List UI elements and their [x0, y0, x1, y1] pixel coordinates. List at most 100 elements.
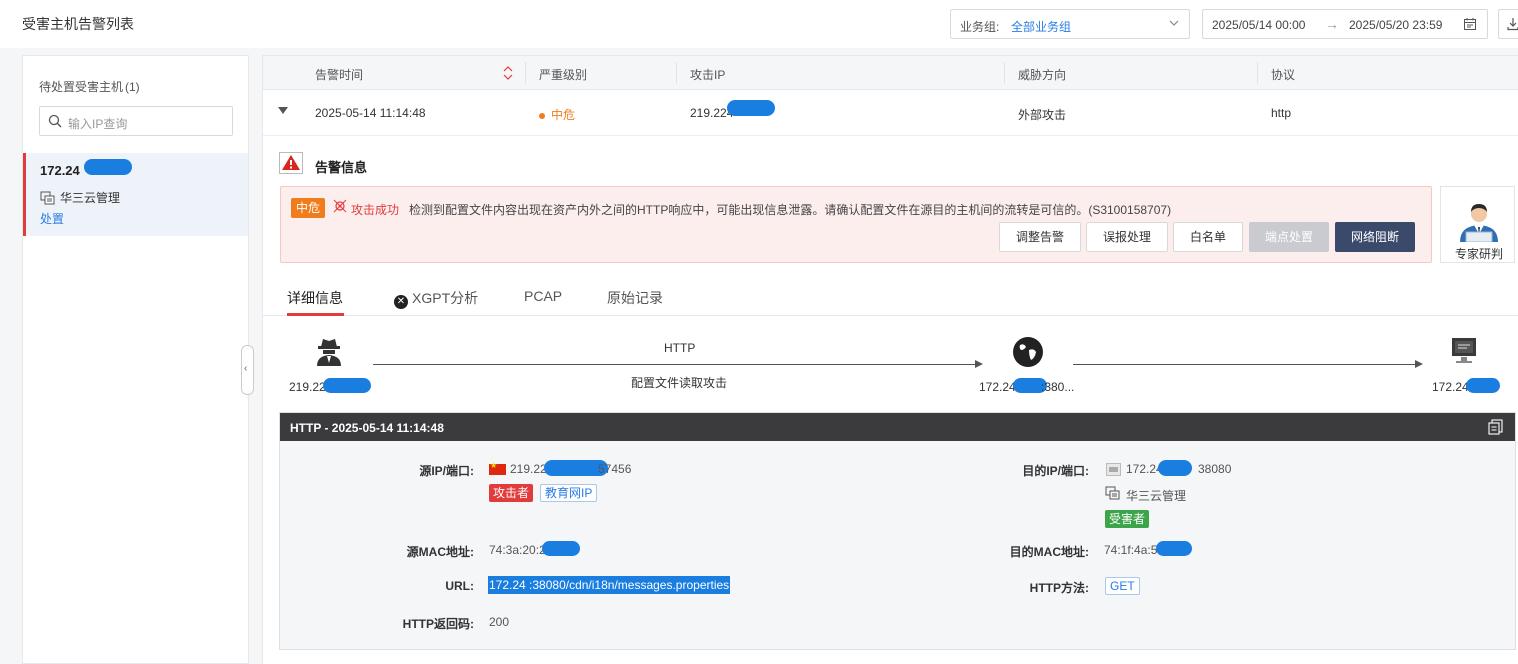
- redaction-mark: [323, 378, 371, 393]
- arrow-right-icon: [1415, 360, 1423, 368]
- date-start: 2025/05/14 00:00: [1212, 18, 1306, 32]
- hacker-icon: [317, 339, 341, 366]
- dst-org-value: 华三云管理: [1126, 489, 1187, 503]
- host-monitor-icon: [1452, 338, 1476, 363]
- chevron-left-icon: ‹: [244, 363, 248, 374]
- redaction-mark: [84, 159, 132, 175]
- search-placeholder: 输入IP查询: [68, 117, 128, 131]
- tab-xgpt-label: XGPT分析: [412, 290, 479, 306]
- adjust-alert-button[interactable]: 调整告警: [999, 222, 1081, 252]
- china-flag-icon: [489, 461, 506, 475]
- tab-xgpt[interactable]: ✕ XGPT分析: [394, 288, 478, 309]
- redaction-mark: [1466, 378, 1500, 393]
- attack-result: 攻击成功: [351, 203, 400, 217]
- dst-mac-value: 74:1f:4a:5: [1104, 543, 1158, 557]
- flow-connector: [1073, 364, 1419, 365]
- col-divider: [1257, 62, 1258, 84]
- ip-search-input[interactable]: 输入IP查询: [39, 106, 233, 136]
- download-icon: [1507, 18, 1518, 31]
- row-time: 2025-05-14 11:14:48: [315, 106, 426, 120]
- xgpt-icon: ✕: [394, 295, 408, 309]
- src-ip-label: 源IP/端口:: [419, 464, 474, 478]
- globe-icon: [1013, 337, 1043, 367]
- detail-header-title: HTTP - 2025-05-14 11:14:48: [290, 421, 444, 435]
- date-range-picker[interactable]: 2025/05/14 00:00 → 2025/05/20 23:59: [1202, 9, 1488, 39]
- host-icon: [1106, 463, 1121, 476]
- panel-title: 待处置受害主机 (1): [39, 78, 140, 95]
- host-org-name: 华三云管理: [60, 191, 121, 205]
- col-attack-ip: 攻击IP: [690, 68, 726, 82]
- server-group-icon: [40, 191, 55, 204]
- severity-dot: [539, 112, 545, 119]
- calendar-icon: [1464, 18, 1476, 30]
- tab-details[interactable]: 详细信息: [287, 288, 343, 308]
- http-code-value: 200: [489, 615, 510, 629]
- url-value[interactable]: 172.24 :38080/cdn/i18n/messages.properti…: [488, 576, 731, 594]
- table-header: 告警时间 严重级别 攻击IP 威胁方向 协议: [263, 56, 1518, 90]
- page-title: 受害主机告警列表: [22, 16, 134, 32]
- dst-port-value: 38080: [1198, 462, 1232, 476]
- flow-description: 配置文件读取攻击: [631, 376, 728, 390]
- col-protocol: 协议: [1271, 68, 1296, 82]
- alert-section-title: 告警信息: [315, 160, 368, 175]
- endpoint-handle-button[interactable]: 端点处置: [1249, 222, 1329, 252]
- active-tab-indicator: [287, 313, 344, 316]
- date-end: 2025/05/20 23:59: [1349, 18, 1443, 32]
- expert-review-label: 专家研判: [1455, 247, 1504, 261]
- src-ip-value: 219.22: [510, 462, 547, 476]
- redaction-mark: [727, 100, 775, 116]
- panel-count: (1): [125, 80, 140, 94]
- flow-connector: [373, 364, 979, 365]
- search-icon: [48, 114, 62, 128]
- host-org: 华三云管理: [40, 189, 120, 206]
- biz-group-label: 业务组:: [960, 20, 1000, 34]
- col-severity: 严重级别: [539, 68, 588, 82]
- alert-description: 检测到配置文件内容出现在资产内外之间的HTTP响应中，可能出现信息泄露。请确认配…: [409, 203, 1172, 217]
- chevron-down-icon: [1169, 20, 1179, 26]
- host-list-item[interactable]: 172.24 华三云管理 处置: [23, 153, 248, 236]
- col-divider: [525, 62, 526, 84]
- col-alert-time[interactable]: 告警时间: [315, 66, 363, 83]
- row-direction: 外部攻击: [1018, 108, 1067, 122]
- flow-mid-suffix: :380...: [1041, 380, 1075, 394]
- biz-group-value: 全部业务组: [1011, 20, 1072, 34]
- sort-icon[interactable]: [502, 65, 514, 81]
- panel-collapse-handle[interactable]: ‹: [241, 345, 254, 395]
- flow-dst-label: 172.24: [1432, 380, 1469, 394]
- table-row[interactable]: 2025-05-14 11:14:48 中危 219.224 外部攻击 http: [263, 90, 1518, 136]
- dst-mac-label: 目的MAC地址:: [1009, 545, 1089, 559]
- http-method-label: HTTP方法:: [1029, 581, 1089, 595]
- download-button[interactable]: [1498, 9, 1518, 39]
- row-severity-text: 中危: [551, 108, 576, 122]
- col-divider: [676, 62, 677, 84]
- tab-raw-record[interactable]: 原始记录: [607, 288, 663, 308]
- network-block-button[interactable]: 网络阻断: [1335, 222, 1415, 252]
- expand-row-icon[interactable]: [278, 107, 288, 114]
- src-mac-value: 74:3a:20:2: [489, 543, 546, 557]
- severity-tag: 中危: [291, 198, 326, 218]
- expert-review-card[interactable]: 专家研判: [1440, 186, 1515, 263]
- url-label: URL:: [445, 579, 474, 593]
- warning-icon: [279, 152, 303, 174]
- edu-ip-tag: 教育网IP: [540, 484, 598, 502]
- alert-box: 中危 攻击成功 检测到配置文件内容出现在资产内外之间的HTTP响应中，可能出现信…: [280, 186, 1432, 263]
- false-positive-button[interactable]: 误报处理: [1086, 222, 1168, 252]
- tab-pcap[interactable]: PCAP: [524, 288, 562, 304]
- detail-tabs: 详细信息 ✕ XGPT分析 PCAP 原始记录: [263, 280, 1518, 316]
- http-code-label: HTTP返回码:: [402, 617, 474, 631]
- row-severity: 中危: [539, 106, 575, 123]
- http-detail-box: HTTP - 2025-05-14 11:14:48 源IP/端口: 219.2…: [279, 412, 1516, 650]
- redaction-mark: [1158, 460, 1192, 476]
- biz-group-select[interactable]: 业务组: 全部业务组: [950, 9, 1190, 39]
- attacker-tag: 攻击者: [489, 484, 534, 502]
- col-direction: 威胁方向: [1018, 68, 1067, 82]
- host-handle-link[interactable]: 处置: [40, 210, 64, 227]
- panel-title-text: 待处置受害主机: [39, 80, 124, 94]
- src-mac-label: 源MAC地址:: [406, 545, 474, 559]
- whitelist-button[interactable]: 白名单: [1173, 222, 1243, 252]
- http-method-value: GET: [1105, 577, 1140, 595]
- src-port-value: 57456: [598, 462, 632, 476]
- copy-icon[interactable]: [1488, 419, 1503, 435]
- row-protocol: http: [1271, 106, 1292, 120]
- pending-hosts-panel: 待处置受害主机 (1) 输入IP查询 172.24 华三云管理 处置: [22, 55, 249, 664]
